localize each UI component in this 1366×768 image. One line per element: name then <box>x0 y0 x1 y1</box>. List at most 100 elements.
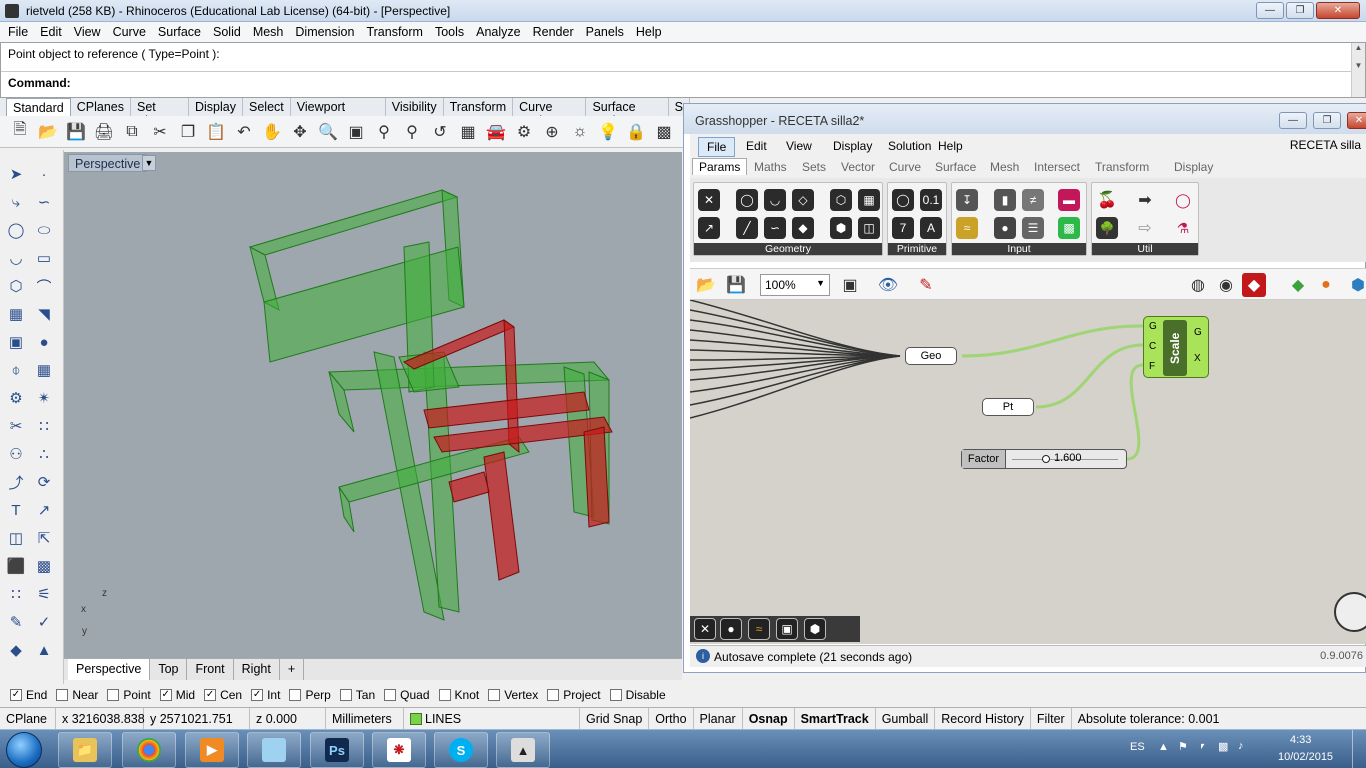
osnap-project[interactable]: Project <box>547 688 601 702</box>
gh-tab-vector[interactable]: Vector <box>841 160 875 174</box>
select-arrow-icon[interactable]: ➤ <box>4 162 28 186</box>
line-param-icon[interactable]: ╱ <box>736 217 758 239</box>
shade-icon[interactable]: ⚙ <box>512 120 536 144</box>
scale-icon[interactable]: ⇱ <box>32 526 56 550</box>
status-cplane[interactable]: CPlane <box>0 707 56 730</box>
tab-viewport-layout[interactable]: Viewport Layout <box>291 98 386 128</box>
preview-selected-icon[interactable]: ◆ <box>1242 273 1266 297</box>
taskbar-explorer[interactable]: 📁 <box>58 732 112 768</box>
trim-icon[interactable]: ✂ <box>4 414 28 438</box>
tab-cplanes[interactable]: CPlanes <box>71 98 131 116</box>
osnap-mid[interactable]: ✓ Mid <box>159 688 195 702</box>
number-param-icon[interactable]: 0.1 <box>920 189 942 211</box>
gh-menu-help[interactable]: Help <box>930 137 971 155</box>
dimension-icon[interactable]: ↗ <box>32 498 56 522</box>
bake-icon[interactable]: ◆ <box>1286 273 1310 297</box>
network-icon[interactable]: ▩ <box>1218 740 1228 753</box>
scale-input-g[interactable]: G <box>1149 321 1157 332</box>
zoom-window-icon[interactable]: ▣ <box>344 120 368 144</box>
undo-icon[interactable]: ↶ <box>232 120 256 144</box>
toggle-grid-snap[interactable]: Grid Snap <box>580 707 650 730</box>
point-param-icon[interactable]: ◆ <box>792 217 814 239</box>
grasshopper-canvas[interactable]: Geo Pt G C F Scale G X Factor 1.600 <box>690 300 1366 644</box>
gh-tab-maths[interactable]: Maths <box>754 160 787 174</box>
split-icon[interactable]: ∷ <box>32 414 56 438</box>
gh-save-icon[interactable]: 💾 <box>724 273 748 297</box>
car-icon[interactable]: 🚘 <box>484 120 508 144</box>
tab-set-view[interactable]: Set View <box>131 98 189 128</box>
polyline-icon[interactable]: ⤷ <box>4 190 28 214</box>
light-bulb-icon[interactable]: 💡 <box>596 120 620 144</box>
vtab-right[interactable]: Right <box>234 659 280 680</box>
render-icon[interactable]: ☼ <box>568 120 592 144</box>
viewport-menu-arrow-icon[interactable]: ▼ <box>142 155 156 171</box>
scale-component[interactable]: G C F Scale G X <box>1143 316 1209 378</box>
menu-render[interactable]: Render <box>527 22 580 42</box>
scale-output-x[interactable]: X <box>1194 353 1201 364</box>
toggle-gumball[interactable]: Gumball <box>876 707 936 730</box>
taskbar-notes[interactable] <box>247 732 301 768</box>
checkbox-perp[interactable] <box>289 689 302 701</box>
maximize-button[interactable]: ❐ <box>1286 2 1314 19</box>
checkbox-vertex[interactable] <box>488 689 501 701</box>
notes-icon[interactable]: ✎ <box>4 610 28 634</box>
menu-transform[interactable]: Transform <box>360 22 429 42</box>
ellipse-icon[interactable]: ⬭ <box>32 218 56 242</box>
print-icon[interactable]: 🖨 <box>92 120 116 144</box>
menu-mesh[interactable]: Mesh <box>247 22 290 42</box>
data-dam-arrow-icon[interactable]: ➡ <box>1134 189 1156 211</box>
gh-minimize-button[interactable]: — <box>1279 112 1307 129</box>
gh-menu-display[interactable]: Display <box>825 137 880 155</box>
boolean-param-icon[interactable]: ◯ <box>892 189 914 211</box>
checkbox-near[interactable] <box>56 689 69 701</box>
panel-input-icon[interactable]: ↧ <box>956 189 978 211</box>
osnap-tan[interactable]: Tan <box>339 688 375 702</box>
osnap-disable[interactable]: Disable <box>609 688 666 702</box>
command-input[interactable] <box>73 74 1343 92</box>
gh-menu-file[interactable]: File <box>698 137 736 157</box>
osnap-point[interactable]: Point <box>107 688 151 702</box>
gh-tab-surface[interactable]: Surface <box>935 160 976 174</box>
gh-tab-sets[interactable]: Sets <box>802 160 826 174</box>
relay-arrow-icon[interactable]: ⇨ <box>1134 217 1156 239</box>
clock-time[interactable]: 4:33 <box>1290 734 1311 746</box>
taskbar-skype[interactable]: S <box>434 732 488 768</box>
usb-icon[interactable]: ⎖ <box>1198 740 1207 753</box>
menu-curve[interactable]: Curve <box>107 22 152 42</box>
polygon-icon[interactable]: ⬡ <box>4 274 28 298</box>
slider-grip[interactable] <box>1042 455 1050 463</box>
osnap-end[interactable]: ✓ End <box>10 688 47 702</box>
preview-wire-icon[interactable]: ◍ <box>1186 273 1210 297</box>
tab-visibility[interactable]: Visibility <box>386 98 444 116</box>
tab-standard[interactable]: Standard <box>6 98 71 116</box>
four-viewports-icon[interactable]: ▦ <box>456 120 480 144</box>
tree-icon[interactable]: 🌳 <box>1096 217 1118 239</box>
move-icon[interactable]: ⤴ <box>4 470 28 494</box>
paint-bucket-icon[interactable]: ▲ <box>32 638 56 662</box>
rotate-icon[interactable]: ⟳ <box>32 470 56 494</box>
ruler-icon[interactable]: ⚟ <box>32 582 56 606</box>
vtab-add[interactable]: + <box>280 659 305 680</box>
color-sphere-icon[interactable]: ● <box>1314 273 1338 297</box>
zoom-icon[interactable]: 🔍 <box>316 120 340 144</box>
mesh-icon[interactable]: ▦ <box>32 358 56 382</box>
tab-display[interactable]: Display <box>189 98 243 116</box>
toggle-smarttrack[interactable]: SmartTrack <box>795 707 876 730</box>
vtab-top[interactable]: Top <box>150 659 188 680</box>
widget-page-icon[interactable]: ▣ <box>776 618 798 640</box>
circle-icon[interactable]: ◯ <box>4 218 28 242</box>
status-units[interactable]: Millimeters <box>326 707 404 730</box>
surface-param-icon[interactable]: ⬢ <box>830 217 852 239</box>
group-icon[interactable]: ∴ <box>32 442 56 466</box>
point-icon[interactable]: · <box>32 162 56 186</box>
checkbox-mid[interactable]: ✓ <box>159 689 172 701</box>
widget-hatch-icon[interactable]: ≈ <box>748 618 770 640</box>
paste-icon[interactable]: 📋 <box>204 120 228 144</box>
menu-dimension[interactable]: Dimension <box>289 22 360 42</box>
matrix-input-icon[interactable]: ▩ <box>1058 217 1080 239</box>
command-scrollbar[interactable]: ▲ ▼ <box>1351 43 1365 97</box>
zoom-level-dropdown[interactable]: 100% ▼ <box>760 274 830 296</box>
gh-tab-transform[interactable]: Transform <box>1095 160 1149 174</box>
tab-transform[interactable]: Transform <box>444 98 514 116</box>
taskbar-photoshop[interactable]: Ps <box>310 732 364 768</box>
